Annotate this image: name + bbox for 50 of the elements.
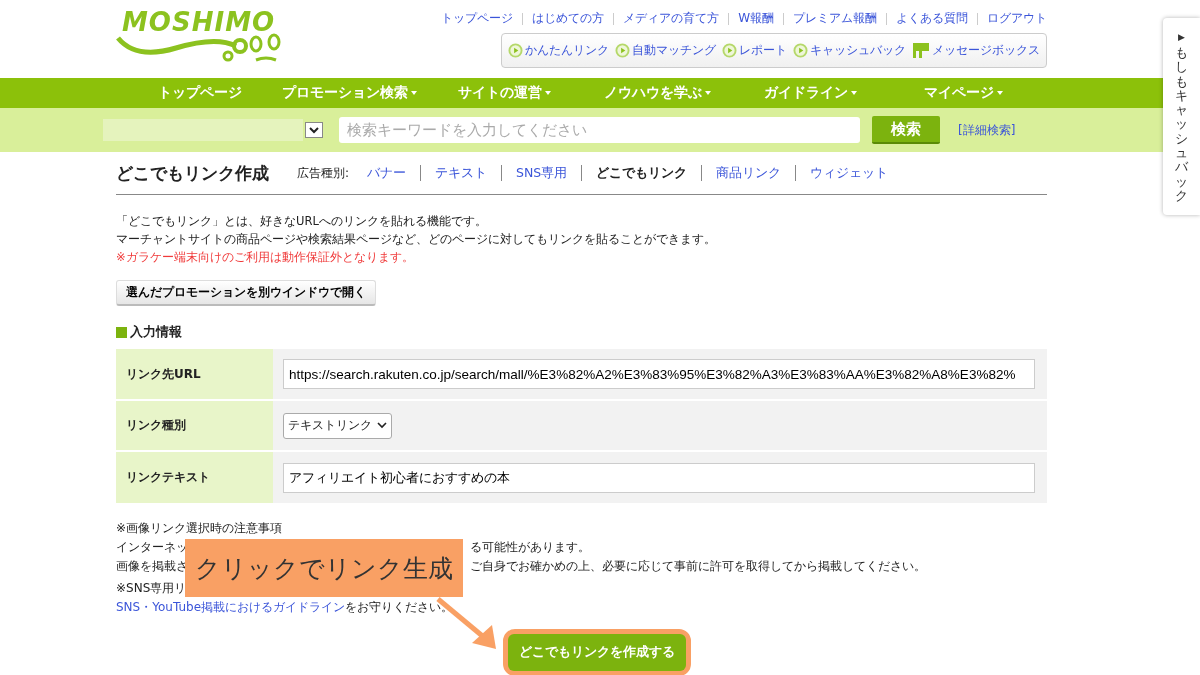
square-icon [116, 326, 127, 338]
open-window-button[interactable]: 選んだプロモーションを別ウインドウで開く [116, 280, 376, 306]
section-title: 入力情報 [130, 323, 182, 341]
field-label: リンク先URL [116, 349, 273, 399]
play-icon [793, 43, 808, 58]
top-link[interactable]: トップページ [441, 10, 514, 27]
top-link[interactable]: プレミアム報酬 [793, 10, 877, 27]
quick-link[interactable]: 自動マッチング [615, 42, 716, 59]
cashback-side-tab[interactable]: ▶ もしもキャッシュバック [1163, 18, 1200, 215]
note-text: ※画像リンク選択時の注意事項 [116, 520, 283, 537]
field-label: リンクテキスト [116, 452, 273, 503]
ad-type-tab[interactable]: ウィジェット [810, 164, 889, 182]
description-text: 「どこでもリンク」とは、好きなURLへのリンクを貼れる機能です。 [116, 213, 488, 230]
search-field[interactable]: 検索キーワードを入力してください [339, 117, 860, 143]
top-link[interactable]: ログアウト [987, 10, 1047, 27]
ad-type-tab[interactable]: バナー [367, 164, 407, 182]
note-text: る可能性があります。 [470, 539, 590, 556]
link-type-select[interactable]: テキストリンク [283, 412, 392, 439]
quick-link[interactable]: かんたんリンク [508, 42, 609, 59]
input-field[interactable]: https://search.rakuten.co.jp/search/mall/%E3%82%A2%E3%83%95%E3%82%A3%E3%83%AA%E3%82%A8%E3%82% [283, 359, 1035, 389]
play-icon [615, 43, 630, 58]
ad-type-tab[interactable]: 商品リンク [716, 164, 782, 182]
guideline-link[interactable]: SNS・YouTube掲載におけるガイドライン [116, 600, 345, 614]
ad-type-tab[interactable]: テキスト [435, 164, 488, 182]
top-link[interactable]: メディアの育て方 [623, 10, 720, 27]
quick-link[interactable]: キャッシュバック [793, 42, 906, 59]
page-title: どこでもリンク作成 [116, 161, 269, 185]
ad-type-tab[interactable]: SNS専用 [516, 164, 568, 182]
top-link[interactable]: はじめての方 [532, 10, 605, 27]
input-field[interactable]: アフィリエイト初心者におすすめの本 [283, 462, 1035, 493]
top-link[interactable]: W報酬 [738, 10, 774, 27]
description-text: マーチャントサイトの商品ページや検索結果ページなど、どのページに対してもリンクを貼ることができます。 [116, 231, 717, 248]
note-text: ※SNS専用リ [116, 580, 187, 597]
quick-link[interactable]: レポート [722, 42, 787, 59]
message-icon [912, 42, 930, 59]
quick-link[interactable]: メッセージボックス [912, 42, 1040, 59]
guideline-text: SNS・YouTube掲載におけるガイドラインをお守りください。 [116, 599, 454, 616]
play-icon [722, 43, 737, 58]
callout-label: クリックでリンク生成 [185, 539, 463, 597]
play-icon [508, 43, 523, 58]
logo-text: MOSHIMO [122, 8, 277, 36]
field-label: リンク種別 [116, 401, 273, 450]
warning-text: ※ガラケー端末向けのご利用は動作保証外となります。 [116, 249, 415, 266]
ad-type-label: 広告種別: [297, 164, 350, 182]
chevron-icon [377, 422, 387, 429]
advanced-search-link[interactable]: [詳細検索] [958, 121, 1016, 139]
note-text: ご自身でお確かめの上、必要に応じて事前に許可を取得してから掲載してください。 [470, 558, 926, 575]
chevron-icon [305, 122, 323, 138]
ad-type-tab[interactable]: どこでもリンク [596, 164, 688, 182]
top-link[interactable]: よくある質問 [896, 10, 968, 27]
